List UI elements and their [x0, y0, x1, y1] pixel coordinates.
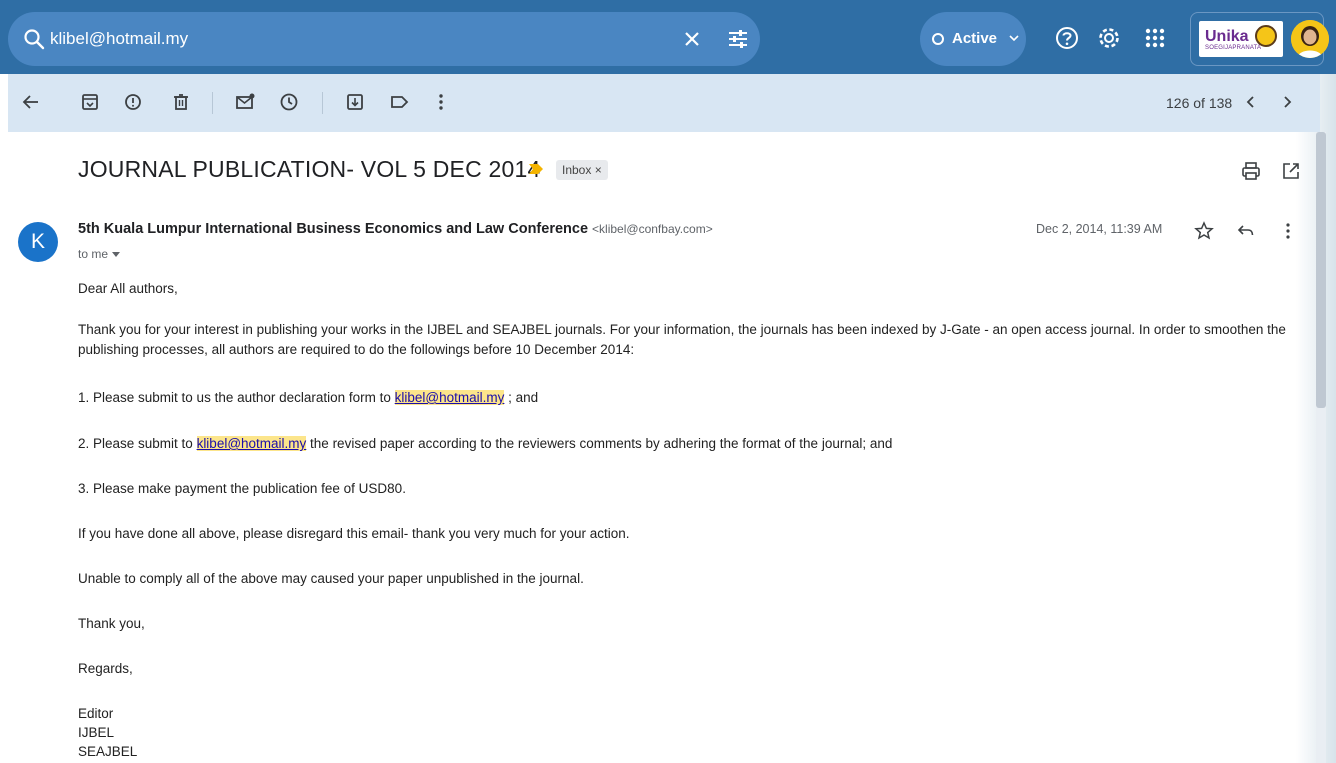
org-logo-text: Unika: [1205, 28, 1249, 45]
top-bar: klibel@hotmail.my Active Unika SOEGIJAPR…: [0, 0, 1336, 74]
archive-icon[interactable]: [79, 91, 101, 113]
search-input[interactable]: klibel@hotmail.my: [50, 29, 188, 49]
snooze-icon[interactable]: [278, 91, 300, 113]
sender-name[interactable]: 5th Kuala Lumpur International Business …: [78, 221, 713, 237]
signature-line-2: IJBEL: [78, 725, 115, 740]
sender-display-name: 5th Kuala Lumpur International Business …: [78, 221, 589, 237]
chevron-down-icon: [112, 252, 121, 258]
item2-text: 2. Please submit to: [78, 436, 197, 451]
clear-icon[interactable]: [680, 27, 704, 51]
body-item-2: 2. Please submit to klibel@hotmail.my th…: [78, 434, 892, 453]
mark-unread-icon[interactable]: [234, 91, 256, 113]
star-icon[interactable]: [1194, 221, 1214, 241]
signature-line-3: SEAJBEL: [78, 744, 138, 759]
recipient-details[interactable]: to me: [78, 247, 121, 261]
body-item-3: 3. Please make payment the publication f…: [78, 481, 406, 496]
org-emblem-icon: [1255, 25, 1277, 47]
reply-icon[interactable]: [1236, 221, 1256, 241]
move-to-icon[interactable]: [344, 91, 366, 113]
print-icon[interactable]: [1240, 160, 1262, 182]
search-icon[interactable]: [22, 27, 46, 51]
body-note-1: If you have done all above, please disre…: [78, 526, 630, 541]
org-logo-subtext: SOEGIJAPRANATA: [1205, 45, 1262, 51]
status-label: Active: [952, 30, 998, 47]
body-intro: Thank you for your interest in publishin…: [78, 322, 1286, 357]
tune-icon[interactable]: [726, 27, 750, 51]
status-dot-icon: [932, 33, 944, 45]
toolbar-divider: [212, 92, 213, 114]
email-date: Dec 2, 2014, 11:39 AM: [1036, 222, 1163, 236]
more-icon[interactable]: [430, 91, 452, 113]
sender-email: <klibel@confbay.com>: [592, 222, 713, 236]
open-new-window-icon[interactable]: [1280, 160, 1302, 182]
sender-avatar[interactable]: K: [18, 222, 58, 262]
search-box[interactable]: klibel@hotmail.my: [8, 12, 760, 66]
more-icon[interactable]: [1278, 221, 1298, 241]
email-subject: JOURNAL PUBLICATION- VOL 5 DEC 2014: [78, 156, 541, 182]
spam-icon[interactable]: [122, 91, 144, 113]
body-item-1: 1. Please submit to us the author declar…: [78, 388, 538, 407]
account-switcher[interactable]: Unika SOEGIJAPRANATA: [1190, 12, 1329, 66]
prev-icon[interactable]: [1240, 91, 1262, 113]
gear-icon[interactable]: [1096, 25, 1122, 51]
item2-text-end: the revised paper according to the revie…: [306, 436, 893, 451]
toolbar-divider: [322, 92, 323, 114]
label-icon[interactable]: [388, 91, 410, 113]
item1-text: 1. Please submit to us the author declar…: [78, 390, 395, 405]
email-link[interactable]: klibel@hotmail.my: [196, 436, 307, 451]
body-greeting: Dear All authors,: [78, 281, 178, 296]
apps-icon[interactable]: [1142, 25, 1168, 51]
organization-logo: Unika SOEGIJAPRANATA: [1199, 21, 1283, 57]
recipient-label: to me: [78, 247, 109, 261]
important-marker-icon[interactable]: [528, 163, 544, 175]
signature-line-1: Editor: [78, 706, 114, 721]
message-toolbar: 126 of 138: [8, 74, 1320, 132]
back-icon[interactable]: [20, 91, 42, 113]
inbox-label-chip[interactable]: Inbox ×: [556, 160, 608, 180]
status-dropdown[interactable]: Active: [920, 12, 1026, 66]
body-regards: Regards,: [78, 661, 133, 676]
avatar[interactable]: [1291, 20, 1329, 58]
chevron-down-icon: [1009, 35, 1019, 42]
body-note-2: Unable to comply all of the above may ca…: [78, 571, 584, 586]
avatar-photo-icon: [1291, 20, 1329, 58]
body-thanks: Thank you,: [78, 616, 145, 631]
scrollbar-thumb[interactable]: [1316, 132, 1326, 408]
pager-count: 126 of 138: [1166, 95, 1233, 111]
help-icon[interactable]: [1054, 25, 1080, 51]
next-icon[interactable]: [1276, 91, 1298, 113]
email-link[interactable]: klibel@hotmail.my: [394, 390, 505, 405]
item1-text-end: ; and: [504, 390, 539, 405]
delete-icon[interactable]: [170, 91, 192, 113]
